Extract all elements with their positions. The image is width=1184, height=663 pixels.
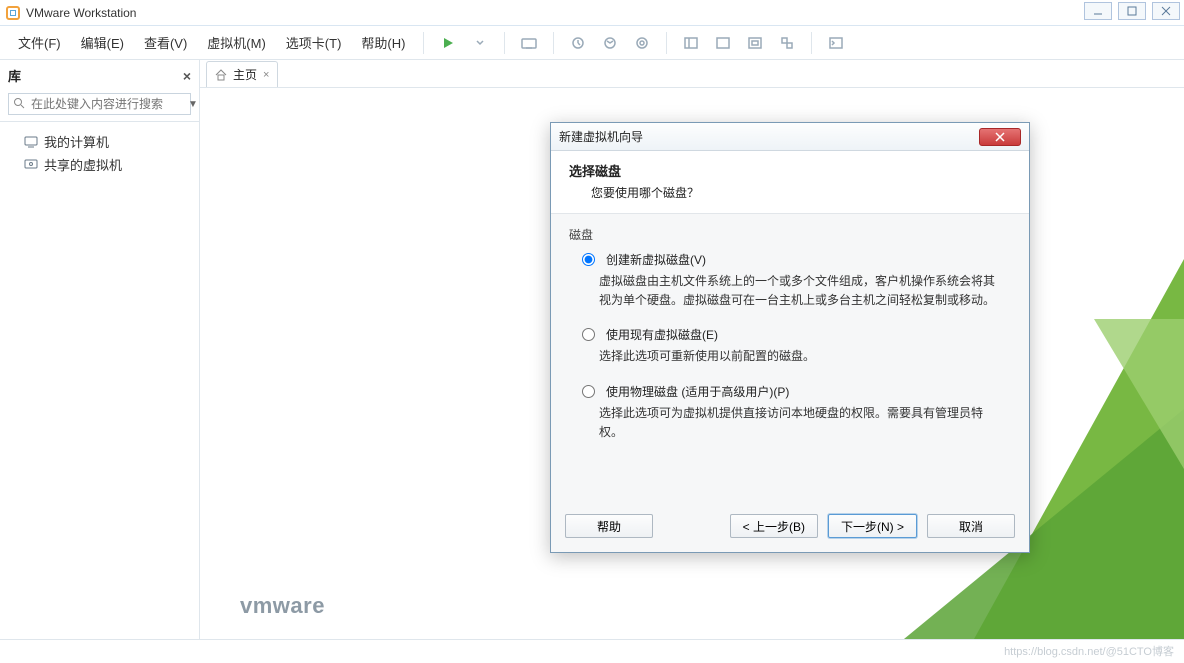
- power-on-button[interactable]: [437, 32, 459, 54]
- new-vm-wizard-dialog: 新建虚拟机向导 选择磁盘 您要使用哪个磁盘？ 磁盘 创建新虚拟磁盘(V) 虚拟磁…: [550, 122, 1030, 553]
- radio-existing-disk[interactable]: 使用现有虚拟磁盘(E): [569, 324, 1011, 345]
- dialog-subheading: 您要使用哪个磁盘？: [569, 184, 1011, 201]
- radio-label[interactable]: 使用物理磁盘 (适用于高级用户)(P): [606, 383, 789, 400]
- search-input[interactable]: [29, 96, 188, 112]
- radio-create-new-disk[interactable]: 创建新虚拟磁盘(V): [569, 249, 1011, 270]
- tree-item-mycomputer[interactable]: 我的计算机: [10, 130, 189, 153]
- radio-label[interactable]: 使用现有虚拟磁盘(E): [606, 326, 718, 343]
- power-dropdown-icon[interactable]: [469, 32, 491, 54]
- dialog-heading: 选择磁盘: [569, 161, 1011, 180]
- toolbar-separator: [423, 32, 424, 54]
- library-title: 库: [8, 66, 21, 85]
- menu-vm[interactable]: 虚拟机(M): [199, 29, 274, 56]
- window-titlebar: VMware Workstation: [0, 0, 1184, 26]
- dialog-header: 选择磁盘 您要使用哪个磁盘？: [551, 151, 1029, 214]
- fullscreen-icon[interactable]: [744, 32, 766, 54]
- view-single-icon[interactable]: [712, 32, 734, 54]
- search-dropdown-icon[interactable]: ▼: [188, 99, 198, 110]
- library-search[interactable]: ▼: [8, 93, 191, 115]
- menu-view[interactable]: 查看(V): [136, 29, 195, 56]
- shared-vm-icon: [24, 159, 38, 171]
- radio-label[interactable]: 创建新虚拟磁盘(V): [606, 251, 706, 268]
- toolbar-separator: [811, 32, 812, 54]
- toolbar-separator: [666, 32, 667, 54]
- content-split: 库 × ▼ 我的计算机 共享的虚拟机 主页 ×: [0, 60, 1184, 639]
- toolbar-separator: [504, 32, 505, 54]
- main-area: 主页 × 连接远程服务器 vmware 新建虚拟机向导 选择磁盘: [200, 60, 1184, 639]
- menu-tabs[interactable]: 选项卡(T): [278, 29, 350, 56]
- library-close-icon[interactable]: ×: [183, 68, 191, 84]
- dialog-title: 新建虚拟机向导: [559, 128, 643, 145]
- radio-physical-disk[interactable]: 使用物理磁盘 (适用于高级用户)(P): [569, 381, 1011, 402]
- menu-file[interactable]: 文件(F): [10, 29, 69, 56]
- radio-input[interactable]: [582, 385, 595, 398]
- next-button[interactable]: 下一步(N) >: [828, 514, 917, 538]
- disk-group-label: 磁盘: [569, 226, 1011, 243]
- library-tree: 我的计算机 共享的虚拟机: [0, 121, 199, 639]
- menu-edit[interactable]: 编辑(E): [73, 29, 132, 56]
- tree-item-label: 我的计算机: [44, 132, 109, 151]
- radio-desc: 选择此选项可为虚拟机提供直接访问本地硬盘的权限。需要具有管理员特权。: [569, 402, 1011, 456]
- radio-desc: 选择此选项可重新使用以前配置的磁盘。: [569, 345, 1011, 380]
- library-header: 库 ×: [0, 60, 199, 91]
- back-button[interactable]: < 上一步(B): [730, 514, 818, 538]
- window-title: VMware Workstation: [26, 6, 136, 20]
- radio-input[interactable]: [582, 328, 595, 341]
- menubar: 文件(F) 编辑(E) 查看(V) 虚拟机(M) 选项卡(T) 帮助(H): [0, 26, 1184, 60]
- tree-item-label: 共享的虚拟机: [44, 155, 122, 174]
- maximize-button[interactable]: [1118, 2, 1146, 20]
- snapshot-manager-icon[interactable]: [631, 32, 653, 54]
- dialog-footer: 帮助 < 上一步(B) 下一步(N) > 取消: [551, 504, 1029, 552]
- minimize-button[interactable]: [1084, 2, 1112, 20]
- tree-item-shared[interactable]: 共享的虚拟机: [10, 153, 189, 176]
- dialog-close-button[interactable]: [979, 128, 1021, 146]
- computer-icon: [24, 136, 38, 148]
- toolbar-separator: [553, 32, 554, 54]
- radio-desc: 虚拟磁盘由主机文件系统上的一个或多个文件组成，客户机操作系统会将其视为单个硬盘。…: [569, 270, 1011, 324]
- help-button[interactable]: 帮助: [565, 514, 653, 538]
- view-split-icon[interactable]: [680, 32, 702, 54]
- cancel-button[interactable]: 取消: [927, 514, 1015, 538]
- library-sidebar: 库 × ▼ 我的计算机 共享的虚拟机: [0, 60, 200, 639]
- dialog-body: 磁盘 创建新虚拟磁盘(V) 虚拟磁盘由主机文件系统上的一个或多个文件组成，客户机…: [551, 214, 1029, 504]
- snapshot-take-icon[interactable]: [567, 32, 589, 54]
- unity-icon[interactable]: [776, 32, 798, 54]
- dialog-titlebar[interactable]: 新建虚拟机向导: [551, 123, 1029, 151]
- search-icon: [13, 97, 25, 112]
- snapshot-revert-icon[interactable]: [599, 32, 621, 54]
- radio-input[interactable]: [582, 253, 595, 266]
- console-icon[interactable]: [825, 32, 847, 54]
- close-window-button[interactable]: [1152, 2, 1180, 20]
- dialog-overlay: 新建虚拟机向导 选择磁盘 您要使用哪个磁盘？ 磁盘 创建新虚拟磁盘(V) 虚拟磁…: [200, 60, 1184, 639]
- app-logo-icon: [6, 6, 20, 20]
- send-ctrlaltdel-icon[interactable]: [518, 32, 540, 54]
- watermark-text: https://blog.csdn.net/@51CTO博客: [1004, 643, 1174, 659]
- window-controls: [1084, 2, 1180, 20]
- menu-help[interactable]: 帮助(H): [353, 29, 413, 56]
